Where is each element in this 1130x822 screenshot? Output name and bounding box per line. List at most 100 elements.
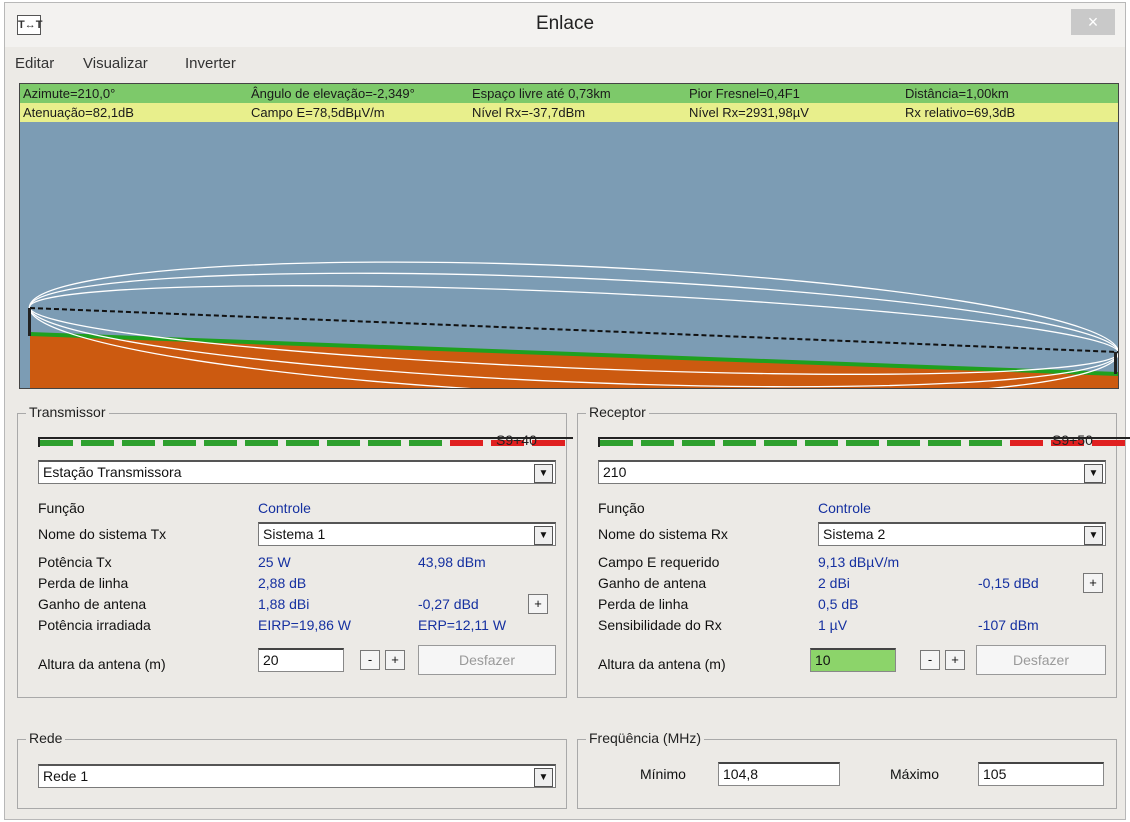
- meter-segment-green: [846, 440, 879, 446]
- menu-inverter[interactable]: Inverter: [185, 55, 236, 72]
- meter-segment-green: [286, 440, 319, 446]
- menu-editar[interactable]: Editar: [15, 55, 54, 72]
- window-title: Enlace: [535, 13, 595, 34]
- tx-radiated-power-label: Potência irradiada: [38, 617, 151, 633]
- frequency-panel-title: Freqüência (MHz): [586, 730, 705, 746]
- link-window: T↔T Enlace × Editar Visualizar Inverter …: [4, 2, 1130, 820]
- tx-system-select[interactable]: Sistema 1 ▼: [258, 522, 556, 546]
- rx-height-plus-button[interactable]: +: [945, 650, 965, 670]
- meter-segment-red: [1092, 440, 1125, 446]
- meter-segment-green: [887, 440, 920, 446]
- tx-height-plus-button[interactable]: +: [385, 650, 405, 670]
- rx-sensitivity-dbm: -107 dBm: [978, 617, 1039, 633]
- tx-undo-button[interactable]: Desfazer: [418, 645, 556, 675]
- meter-segment-green: [764, 440, 797, 446]
- rx-antenna-gain-label: Ganho de antena: [598, 575, 707, 591]
- tx-antenna-gain-dbd: -0,27 dBd: [418, 596, 479, 612]
- rx-antenna-gain-dbi: 2 dBi: [818, 575, 850, 591]
- rx-sensitivity-label: Sensibilidade do Rx: [598, 617, 722, 633]
- rx-antenna-gain-dbd: -0,15 dBd: [978, 575, 1039, 591]
- rx-line-loss-value: 0,5 dB: [818, 596, 859, 612]
- rx-meter-label: S9+50: [1052, 432, 1093, 448]
- tx-antenna-gain-plus-button[interactable]: +: [528, 594, 548, 614]
- network-select[interactable]: Rede 1 ▼: [38, 764, 556, 788]
- frequency-max-input[interactable]: 105: [978, 762, 1104, 786]
- chevron-down-icon: ▼: [1084, 464, 1103, 483]
- rx-function-value: Controle: [818, 500, 871, 516]
- close-button[interactable]: ×: [1071, 9, 1115, 35]
- frequency-max-label: Máximo: [890, 766, 940, 782]
- tx-erp-value: ERP=12,11 W: [418, 617, 507, 633]
- rx-system-value: Sistema 2: [823, 526, 886, 542]
- profile-plot: [28, 261, 1118, 388]
- tx-station-value: Estação Transmissora: [43, 464, 182, 480]
- tx-power-label: Potência Tx: [38, 554, 112, 570]
- frequency-min-input[interactable]: 104,8: [718, 762, 840, 786]
- meter-segment-green: [409, 440, 442, 446]
- meter-segment-green: [805, 440, 838, 446]
- meter-segment-green: [163, 440, 196, 446]
- rx-sensitivity-uv: 1 µV: [818, 617, 848, 633]
- frequency-min-label: Mínimo: [640, 766, 686, 782]
- meter-segment-green: [368, 440, 401, 446]
- tx-function-value: Controle: [258, 500, 311, 516]
- meter-segment-green: [600, 440, 633, 446]
- rx-antenna-height-input[interactable]: 10: [810, 648, 896, 672]
- tx-antenna-height-label: Altura da antena (m): [38, 656, 166, 672]
- meter-segment-red: [450, 440, 483, 446]
- tx-height-minus-button[interactable]: -: [360, 650, 380, 670]
- rx-station-select[interactable]: 210 ▼: [598, 460, 1106, 484]
- tx-power-watts: 25 W: [258, 554, 291, 570]
- title-bar: T↔T Enlace ×: [5, 3, 1125, 47]
- chevron-down-icon: ▼: [534, 464, 553, 483]
- chevron-down-icon: ▼: [534, 768, 553, 787]
- tx-function-label: Função: [38, 500, 85, 516]
- meter-segment-green: [327, 440, 360, 446]
- tx-system-label: Nome do sistema Tx: [38, 526, 167, 542]
- tx-station-select[interactable]: Estação Transmissora ▼: [38, 460, 556, 484]
- transmitter-panel: Transmissor S9+40 Estação Transmissora ▼ …: [17, 404, 573, 698]
- meter-segment-green: [641, 440, 674, 446]
- tx-antenna-gain-dbi: 1,88 dBi: [258, 596, 310, 612]
- meter-segment-green: [928, 440, 961, 446]
- meter-segment-green: [122, 440, 155, 446]
- rx-height-minus-button[interactable]: -: [920, 650, 940, 670]
- meter-segment-green: [40, 440, 73, 446]
- tx-meter-label: S9+40: [496, 432, 537, 448]
- tx-power-dbm: 43,98 dBm: [418, 554, 486, 570]
- menu-visualizar[interactable]: Visualizar: [83, 55, 148, 72]
- rx-antenna-height-label: Altura da antena (m): [598, 656, 726, 672]
- rx-antenna-gain-plus-button[interactable]: +: [1083, 573, 1103, 593]
- menu-bar: Editar Visualizar Inverter: [5, 51, 1125, 77]
- transmitter-panel-title: Transmissor: [26, 404, 109, 420]
- tx-line-loss-label: Perda de linha: [38, 575, 129, 591]
- tx-eirp-value: EIRP=19,86 W: [258, 617, 351, 633]
- rx-system-select[interactable]: Sistema 2 ▼: [818, 522, 1106, 546]
- receiver-panel-title: Receptor: [586, 404, 649, 420]
- receiver-panel: Receptor S9+50 210 ▼ Função Controle Nome…: [577, 404, 1130, 698]
- tx-line-loss-value: 2,88 dB: [258, 575, 307, 591]
- chevron-down-icon: ▼: [534, 526, 553, 545]
- rx-required-field-value: 9,13 dBµV/m: [818, 554, 900, 570]
- frequency-panel: Freqüência (MHz) Mínimo 104,8 Máximo 105: [577, 730, 1117, 809]
- rx-required-field-label: Campo E requerido: [598, 554, 720, 570]
- tx-system-value: Sistema 1: [263, 526, 326, 542]
- tx-signal-meter: [38, 437, 573, 447]
- network-value: Rede 1: [43, 768, 89, 784]
- meter-segment-red: [1010, 440, 1043, 446]
- meter-segment-green: [204, 440, 237, 446]
- rx-undo-button[interactable]: Desfazer: [976, 645, 1106, 675]
- close-icon: ×: [1087, 12, 1099, 32]
- rx-station-value: 210: [603, 464, 627, 480]
- link-profile-graph[interactable]: Azimute=210,0° Ângulo de elevação=-2,349…: [19, 83, 1119, 389]
- meter-segment-green: [245, 440, 278, 446]
- tx-antenna-height-input[interactable]: 20: [258, 648, 344, 672]
- network-panel: Rede Rede 1 ▼: [17, 730, 567, 809]
- tx-antenna-marker: [28, 308, 31, 336]
- rx-signal-meter: [598, 437, 1130, 447]
- meter-segment-green: [723, 440, 756, 446]
- rx-antenna-marker: [1114, 352, 1117, 374]
- meter-segment-green: [969, 440, 1002, 446]
- rx-line-loss-label: Perda de linha: [598, 596, 689, 612]
- chevron-down-icon: ▼: [1084, 526, 1103, 545]
